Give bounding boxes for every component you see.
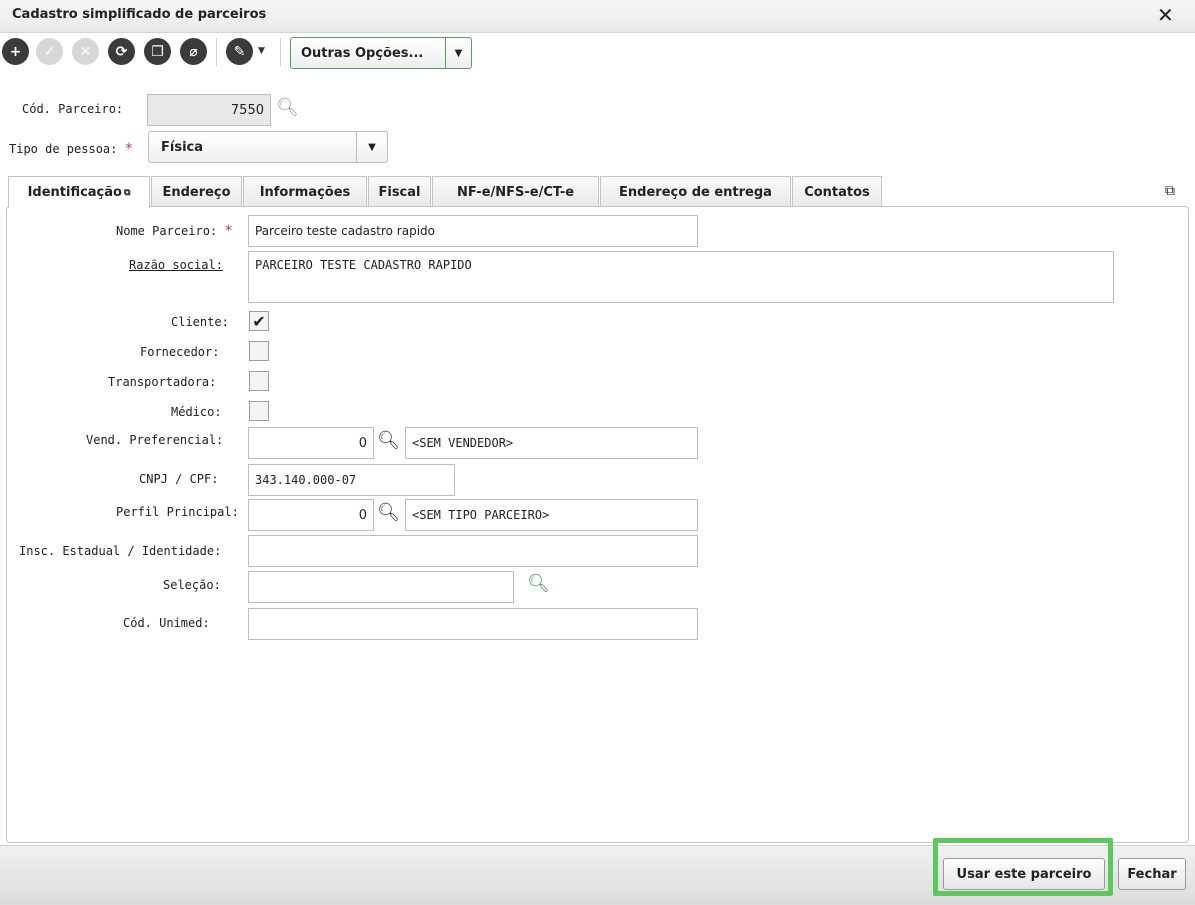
perfil-principal-code-field[interactable]: 0 — [248, 499, 374, 531]
tab-contatos[interactable]: Contatos — [792, 176, 882, 207]
transportadora-checkbox[interactable] — [249, 371, 269, 391]
tab-label: Fiscal — [378, 184, 421, 200]
vend-preferencial-label: Vend. Preferencial: — [86, 433, 224, 447]
insc-estadual-label: Insc. Estadual / Identidade: — [19, 544, 222, 558]
perfil-principal-label: Perfil Principal: — [116, 505, 239, 519]
tab-label: Informações — [259, 184, 351, 200]
required-star-icon: * — [224, 223, 233, 239]
tab-fiscal[interactable]: Fiscal — [368, 176, 431, 207]
vend-preferencial-code: 0 — [358, 435, 367, 451]
vend-preferencial-code-field[interactable]: 0 — [248, 427, 374, 459]
perfil-principal-description: <SEM TIPO PARCEIRO> — [405, 499, 698, 531]
search-icon[interactable]: 🔍︎ — [276, 97, 299, 118]
window-title: Cadastro simplificado de parceiros — [12, 7, 267, 22]
tipo-pessoa-label-text: Tipo de pessoa: — [9, 142, 118, 156]
search-icon[interactable]: 🔍︎ — [527, 573, 550, 594]
cnpj-cpf-field[interactable]: 343.140.000-07 — [248, 464, 455, 496]
wrench-dropdown-arrow-icon[interactable]: ▼ — [258, 46, 265, 56]
razao-social-field[interactable]: PARCEIRO TESTE CADASTRO RAPIDO — [248, 251, 1114, 303]
razao-social-value: PARCEIRO TESTE CADASTRO RAPIDO — [255, 258, 472, 272]
close-icon[interactable]: ✕ — [1157, 3, 1174, 27]
tab-informacoes[interactable]: Informações — [243, 176, 367, 207]
fechar-button[interactable]: Fechar — [1118, 858, 1186, 890]
selecao-label: Seleção: — [163, 578, 221, 592]
tipo-pessoa-value: Física — [161, 139, 204, 155]
vend-preferencial-description: <SEM VENDEDOR> — [405, 427, 698, 459]
tab-label: Identificação — [27, 185, 122, 200]
search-icon[interactable]: 🔍︎ — [377, 502, 400, 523]
attach-icon[interactable]: ⌀ — [180, 38, 207, 65]
cod-parceiro-value: 7550 — [230, 102, 264, 118]
cod-unimed-field[interactable] — [248, 608, 698, 640]
razao-social-label: Razão social: — [129, 258, 223, 272]
tab-identificacao[interactable]: Identificação ⧉ — [8, 176, 150, 208]
cancel-icon[interactable]: ✕ — [72, 38, 99, 65]
medico-checkbox[interactable] — [249, 401, 269, 421]
perfil-principal-code: 0 — [358, 507, 367, 523]
checkmark-icon: ✔ — [252, 311, 266, 331]
add-icon[interactable]: + — [2, 38, 29, 65]
cod-parceiro-field: 7550 — [147, 94, 271, 126]
fornecedor-label: Fornecedor: — [140, 345, 220, 359]
perfil-principal-description-text: <SEM TIPO PARCEIRO> — [412, 508, 550, 522]
nome-parceiro-label-text: Nome Parceiro: — [116, 224, 218, 238]
chevron-down-icon[interactable]: ▼ — [445, 38, 471, 68]
outras-opcoes-button[interactable]: Outras Opções... ▼ — [290, 37, 472, 69]
tab-nfe[interactable]: NF-e/NFS-e/CT-e — [432, 176, 599, 207]
tipo-pessoa-select[interactable]: Física ▼ — [148, 131, 388, 163]
refresh-icon[interactable]: ⟳ — [108, 38, 135, 65]
confirm-icon[interactable]: ✓ — [36, 38, 63, 65]
tab-endereco-entrega[interactable]: Endereço de entrega — [600, 176, 791, 207]
search-icon[interactable]: 🔍︎ — [377, 430, 400, 451]
tab-label: NF-e/NFS-e/CT-e — [456, 184, 575, 200]
medico-label: Médico: — [171, 405, 222, 419]
restore-window-icon[interactable]: ⧉ — [1165, 183, 1175, 199]
highlight-box — [933, 838, 1113, 896]
tab-label: Endereço de entrega — [619, 184, 772, 200]
duplicate-icon[interactable]: ❐ — [144, 38, 171, 65]
chevron-down-icon[interactable]: ▼ — [356, 132, 387, 162]
cnpj-cpf-label: CNPJ / CPF: — [139, 472, 219, 486]
detach-icon[interactable]: ⧉ — [124, 188, 130, 198]
cnpj-cpf-value: 343.140.000-07 — [255, 473, 357, 487]
tipo-pessoa-label: Tipo de pessoa: * — [9, 141, 133, 157]
cod-unimed-label: Cód. Unimed: — [123, 616, 210, 630]
toolbar-separator — [216, 38, 217, 66]
tab-label: Endereço — [162, 184, 231, 200]
fornecedor-checkbox[interactable] — [249, 341, 269, 361]
required-star-icon: * — [124, 141, 134, 157]
outras-opcoes-label: Outras Opções... — [301, 45, 424, 61]
tab-endereco[interactable]: Endereço — [151, 176, 242, 207]
selecao-field[interactable] — [248, 571, 514, 603]
nome-parceiro-field[interactable]: Parceiro teste cadastro rapido — [248, 215, 698, 247]
vend-preferencial-description-text: <SEM VENDEDOR> — [412, 436, 514, 450]
cliente-checkbox[interactable]: ✔ — [249, 311, 269, 331]
wrench-icon[interactable]: ✎ — [226, 38, 253, 65]
cod-parceiro-label: Cód. Parceiro: — [22, 102, 124, 116]
cliente-label: Cliente: — [171, 315, 229, 329]
tab-label: Contatos — [804, 184, 870, 200]
transportadora-label: Transportadora: — [108, 375, 217, 389]
toolbar-separator — [280, 38, 281, 66]
nome-parceiro-label: Nome Parceiro: * — [116, 223, 233, 239]
nome-parceiro-value: Parceiro teste cadastro rapido — [255, 224, 436, 238]
insc-estadual-field[interactable] — [248, 535, 698, 567]
